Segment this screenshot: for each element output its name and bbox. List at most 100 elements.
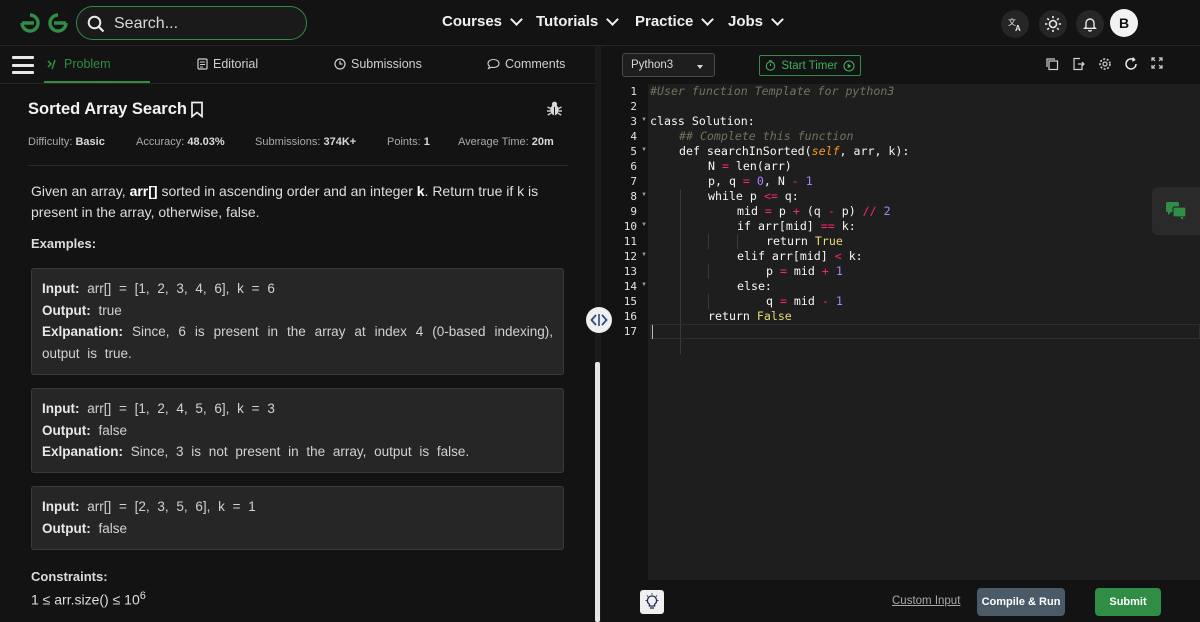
gfg-logo[interactable]: [18, 9, 70, 37]
fold-arrow-icon[interactable]: ▼: [641, 117, 647, 123]
output-label: Output:: [42, 302, 91, 318]
code-token: elif arr[mid]: [737, 249, 835, 263]
code-line: class Solution:: [650, 114, 755, 129]
start-timer-label: Start Timer: [781, 59, 838, 72]
code-token: -: [791, 174, 799, 188]
code-line: else:: [737, 279, 772, 293]
reset-icon[interactable]: [1124, 57, 1138, 71]
search-placeholder: Search...: [114, 15, 179, 32]
problem-title-text: Sorted Array Search: [28, 100, 187, 118]
panel-resize-handle[interactable]: [586, 307, 612, 333]
avatar[interactable]: B: [1110, 9, 1138, 37]
code-line: mid = p + (q - p) // 2: [737, 204, 891, 219]
output-value: false: [98, 520, 128, 536]
fold-arrow-icon[interactable]: ▼: [641, 252, 647, 258]
bookmark-icon[interactable]: [190, 101, 204, 118]
clock-icon: [334, 58, 346, 70]
fold-arrow-icon[interactable]: ▼: [641, 282, 647, 288]
line-number: 4: [630, 130, 637, 143]
copy-icon[interactable]: [1045, 57, 1059, 71]
lightbulb-hint-icon[interactable]: [640, 590, 664, 614]
line-number: 1: [630, 85, 637, 98]
scrollbar-thumb[interactable]: [595, 362, 600, 622]
line-number: 5: [630, 145, 637, 158]
code-token: def searchInSorted(: [679, 144, 812, 158]
bell-icon[interactable]: [1076, 10, 1104, 38]
line-number: 8: [630, 190, 637, 203]
file-export-icon[interactable]: [1071, 57, 1085, 71]
example-output: Output: false: [42, 518, 553, 540]
translate-icon[interactable]: 文A: [1001, 10, 1029, 38]
constraint-text: 1 ≤ arr.size() ≤ 106: [31, 590, 146, 608]
code-token: len(arr): [728, 159, 792, 173]
input-label: Input:: [42, 401, 80, 416]
bug-report-icon[interactable]: [546, 100, 563, 117]
stopwatch-icon: [766, 60, 776, 71]
code-token: -: [821, 294, 829, 308]
nav-practice[interactable]: Practice: [635, 12, 715, 30]
line-number: 9: [630, 205, 637, 218]
code-token: if arr[mid]: [737, 219, 821, 233]
fold-arrow-icon[interactable]: ▼: [641, 147, 647, 153]
example-input: Input: arr[] = [1, 2, 3, 4, 6], k = 6: [42, 278, 553, 300]
indent-guide: [737, 234, 738, 249]
custom-input-link[interactable]: Custom Input: [892, 595, 960, 607]
difficulty-label: Difficulty:: [28, 136, 73, 148]
problem-title: Sorted Array Search: [28, 100, 204, 119]
points-meta: Points: 1: [387, 136, 430, 148]
explanation-label: Exlpanation:: [42, 324, 124, 339]
code-token: return: [766, 234, 815, 248]
nav-jobs-label: Jobs: [728, 13, 764, 30]
search-input[interactable]: Search...: [76, 6, 307, 40]
input-value: arr[] = [1, 2, 3, 4, 6], k = 6: [87, 281, 275, 296]
fullscreen-icon[interactable]: [1151, 57, 1163, 69]
compile-run-button[interactable]: Compile & Run: [977, 588, 1065, 616]
code-token: =: [779, 294, 787, 308]
nav-tutorials[interactable]: Tutorials: [536, 12, 620, 30]
code-token: mid: [786, 264, 822, 278]
code-token: +: [792, 204, 800, 218]
settings-gear-icon[interactable]: [1098, 57, 1112, 71]
language-select[interactable]: Python3: [622, 53, 715, 77]
editor-toolbar: Python3 Start Timer: [601, 46, 1200, 84]
nav-courses[interactable]: Courses: [442, 12, 523, 30]
tab-comments-label: Comments: [505, 57, 566, 71]
example-box-1: Input: arr[] = [1, 2, 3, 4, 6], k = 6 Ou…: [31, 268, 564, 375]
code-token: ==: [820, 219, 835, 233]
problem-description: Given an array, arr[] sorted in ascendin…: [31, 181, 556, 223]
fold-arrow-icon[interactable]: ▼: [641, 192, 647, 198]
menu-icon[interactable]: [12, 56, 34, 74]
code-line: N = len(arr): [708, 159, 792, 174]
tab-comments[interactable]: Comments: [487, 57, 565, 71]
constraints-heading: Constraints:: [31, 569, 108, 584]
desc-text: Given an array,: [31, 183, 130, 199]
start-timer-button[interactable]: Start Timer: [759, 55, 861, 76]
input-label: Input:: [42, 281, 80, 296]
code-line: q = mid - 1: [766, 294, 843, 309]
tab-submissions[interactable]: Submissions: [334, 57, 422, 71]
output-value: false: [98, 422, 128, 438]
tab-editorial[interactable]: Editorial: [197, 57, 258, 71]
nav-practice-label: Practice: [635, 13, 694, 30]
active-tab-indicator: [44, 81, 150, 83]
input-label: Input:: [42, 499, 80, 514]
fold-arrow-icon[interactable]: ▼: [641, 222, 647, 228]
code-token: , arr, k):: [839, 144, 910, 158]
chat-icon[interactable]: [1152, 187, 1200, 235]
line-number: 10: [623, 220, 637, 233]
theme-toggle-icon[interactable]: [1039, 10, 1067, 38]
nav-jobs[interactable]: Jobs: [728, 12, 784, 30]
nav-tutorials-label: Tutorials: [536, 13, 599, 30]
divider: [28, 165, 568, 166]
code-token: 2: [883, 204, 891, 218]
problem-panel: Problem Editorial Submissions Comments S…: [0, 46, 596, 622]
explanation-value: Since, 3 is not present in the array, ou…: [130, 444, 470, 459]
code-token: while p: [708, 189, 764, 203]
code-token: True: [814, 234, 843, 248]
code-editor[interactable]: #User function Template for python3 clas…: [650, 84, 1200, 580]
tab-problem[interactable]: Problem: [47, 57, 111, 71]
submissions-label: Submissions:: [255, 136, 321, 148]
submit-button[interactable]: Submit: [1095, 588, 1161, 616]
top-navbar: Search... Courses Tutorials Practice Job…: [0, 0, 1200, 46]
desc-text: sorted in ascending order and an integer: [157, 183, 417, 199]
